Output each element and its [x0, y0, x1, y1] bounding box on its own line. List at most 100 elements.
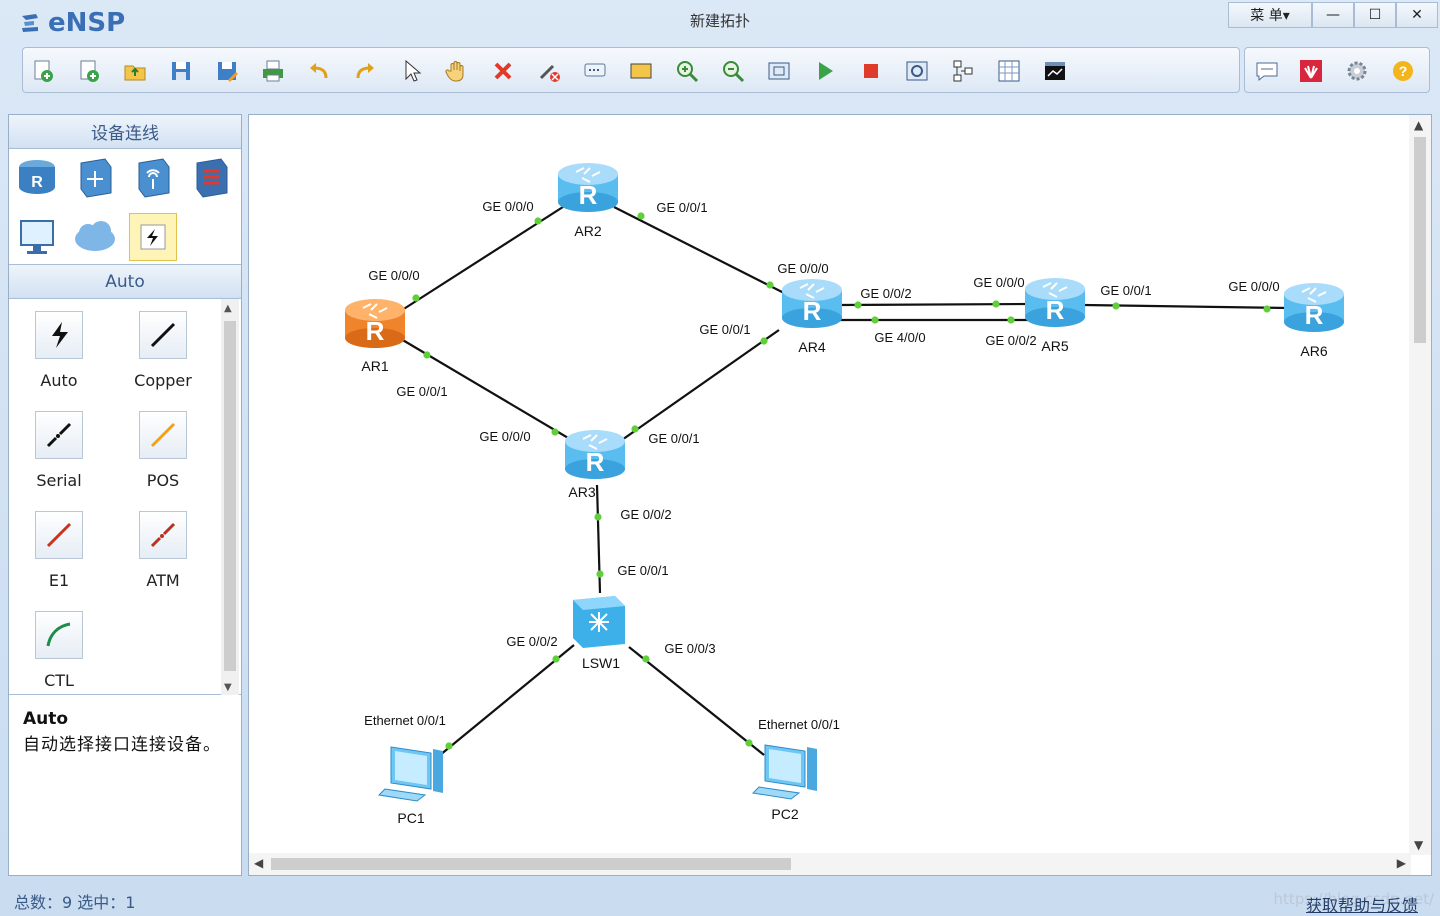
node-ar2[interactable]: R AR2: [558, 163, 618, 239]
link[interactable]: GE 0/0/1 GE 0/0/1: [618, 322, 780, 446]
zoom-in-icon[interactable]: [673, 57, 701, 85]
grid-icon[interactable]: [995, 57, 1023, 85]
link[interactable]: GE 4/0/0 GE 0/0/2: [839, 316, 1037, 348]
device-category-grid: R: [9, 149, 241, 265]
link[interactable]: GE 0/0/3 Ethernet 0/0/1: [628, 641, 840, 756]
port-status-dot: [594, 513, 602, 521]
node-pc2[interactable]: PC2: [751, 744, 817, 822]
huawei-icon[interactable]: [1297, 57, 1325, 85]
link[interactable]: GE 0/0/2 GE 0/0/1: [594, 484, 672, 594]
ctl-cable-icon: [35, 611, 83, 659]
cable-serial[interactable]: Serial: [9, 411, 109, 490]
description-title: Auto: [23, 709, 69, 729]
cable-e1[interactable]: E1: [9, 511, 109, 590]
port-status-dot: [1263, 305, 1271, 313]
svg-text:R: R: [586, 447, 605, 477]
settings-icon[interactable]: [1343, 57, 1371, 85]
chat-icon[interactable]: [1253, 57, 1281, 85]
console-icon[interactable]: [1041, 57, 1069, 85]
scroll-thumb[interactable]: [1414, 137, 1426, 343]
scroll-up-icon[interactable]: ▲: [1414, 118, 1423, 132]
router-icon: R: [782, 279, 842, 328]
maximize-button[interactable]: ☐: [1354, 2, 1396, 28]
zoom-out-icon[interactable]: [719, 57, 747, 85]
cable-auto[interactable]: Auto: [9, 311, 109, 390]
new-example-icon[interactable]: [75, 57, 103, 85]
node-lsw1[interactable]: LSW1: [573, 596, 625, 671]
pan-hand-icon[interactable]: [443, 57, 471, 85]
menu-button[interactable]: 菜 单▾: [1228, 2, 1312, 28]
print-icon[interactable]: [259, 57, 287, 85]
delete-icon[interactable]: [489, 57, 517, 85]
help-icon[interactable]: ?: [1389, 57, 1417, 85]
fit-view-icon[interactable]: [765, 57, 793, 85]
open-icon[interactable]: [121, 57, 149, 85]
link[interactable]: GE 0/0/1 GE 0/0/0: [396, 338, 581, 446]
scroll-right-icon[interactable]: ▶: [1397, 856, 1406, 870]
link[interactable]: GE 0/0/2 GE 0/0/0: [838, 275, 1030, 309]
redo-icon[interactable]: [351, 57, 379, 85]
copper-cable-icon: [139, 311, 187, 359]
link[interactable]: GE 0/0/1 GE 0/0/0: [1083, 279, 1290, 313]
close-button[interactable]: ✕: [1396, 2, 1438, 28]
cable-list-scrollbar[interactable]: ▲ ▼: [221, 299, 239, 695]
connection-icon[interactable]: [129, 213, 177, 261]
cable-label: Serial: [36, 471, 82, 490]
port-status-dot: [551, 428, 559, 436]
node-pc1[interactable]: PC1: [377, 746, 443, 826]
cable-label: Copper: [134, 371, 192, 390]
cable-label: POS: [146, 471, 180, 490]
scroll-thumb[interactable]: [271, 858, 791, 870]
save-as-icon[interactable]: [213, 57, 241, 85]
port-label: GE 4/0/0: [874, 330, 925, 345]
topology-canvas[interactable]: GE 0/0/0 GE 0/0/0 GE 0/0/1 GE 0/0/0 GE 0/0/1…: [248, 114, 1432, 876]
link[interactable]: GE 0/0/2 Ethernet 0/0/1: [364, 634, 575, 761]
node-ar3[interactable]: R AR3: [565, 430, 625, 500]
node-label: AR4: [798, 339, 825, 355]
port-status-dot: [1007, 316, 1015, 324]
cable-ctl[interactable]: CTL: [9, 611, 109, 690]
start-devices-icon[interactable]: [811, 57, 839, 85]
delete-link-icon[interactable]: [535, 57, 563, 85]
help-feedback-link[interactable]: 获取帮助与反馈: [1306, 892, 1418, 916]
cable-copper[interactable]: Copper: [113, 311, 213, 390]
port-label: GE 0/0/0: [973, 275, 1024, 290]
link[interactable]: GE 0/0/1 GE 0/0/0: [613, 200, 829, 294]
link[interactable]: GE 0/0/0 GE 0/0/0: [368, 199, 567, 313]
port-status-dot: [631, 425, 639, 433]
cloud-icon[interactable]: [71, 213, 119, 261]
save-icon[interactable]: [167, 57, 195, 85]
cable-atm[interactable]: ATM: [113, 511, 213, 590]
minimize-button[interactable]: —: [1312, 2, 1354, 28]
topology-diagram[interactable]: GE 0/0/0GE 0/0/0 GE 0/0/1GE 0/0/0 GE 0/0/1…: [249, 115, 1411, 855]
router-icon[interactable]: R: [13, 153, 61, 201]
scroll-down-icon[interactable]: ▼: [1414, 838, 1423, 852]
port-label: Ethernet 0/0/1: [758, 717, 840, 732]
device-panel-header: 设备连线: [9, 115, 241, 149]
canvas-vertical-scrollbar[interactable]: ▲ ▼: [1409, 115, 1431, 855]
wireless-icon[interactable]: [129, 153, 177, 201]
text-label-icon[interactable]: [581, 57, 609, 85]
select-icon[interactable]: [397, 57, 425, 85]
switch-icon[interactable]: [71, 153, 119, 201]
scroll-up-icon[interactable]: ▲: [224, 303, 232, 314]
node-ar6[interactable]: R AR6: [1284, 283, 1344, 359]
firewall-icon[interactable]: [187, 153, 235, 201]
scroll-down-icon[interactable]: ▼: [224, 682, 232, 693]
cable-pos[interactable]: POS: [113, 411, 213, 490]
capture-icon[interactable]: [903, 57, 931, 85]
node-ar4[interactable]: R AR4: [782, 279, 842, 355]
scroll-thumb[interactable]: [224, 321, 236, 671]
scroll-left-icon[interactable]: ◀: [254, 856, 263, 870]
window-controls: 菜 单▾ — ☐ ✕: [1228, 2, 1438, 28]
new-topology-icon[interactable]: [29, 57, 57, 85]
stop-devices-icon[interactable]: [857, 57, 885, 85]
svg-text:?: ?: [1399, 63, 1408, 79]
canvas-horizontal-scrollbar[interactable]: ◀ ▶: [249, 853, 1411, 875]
undo-icon[interactable]: [305, 57, 333, 85]
rectangle-icon[interactable]: [627, 57, 655, 85]
topology-view-icon[interactable]: [949, 57, 977, 85]
pc-icon[interactable]: [13, 213, 61, 261]
node-ar1[interactable]: R AR1: [345, 299, 405, 374]
port-status-dot: [445, 742, 453, 750]
